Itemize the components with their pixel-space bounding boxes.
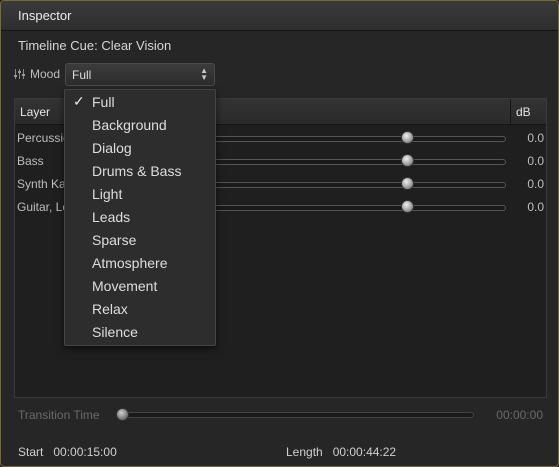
menu-item-label: Background (92, 117, 167, 133)
menu-item-label: Dialog (92, 140, 132, 156)
layer-db-value: 0.0 (527, 131, 544, 145)
column-header-layer[interactable]: Layer (20, 105, 50, 119)
layer-volume-knob[interactable] (400, 200, 414, 213)
window-title: Inspector (18, 8, 72, 23)
mood-select[interactable]: Full ▲ ▼ (65, 63, 215, 86)
length-label: Length (286, 445, 323, 459)
transition-time-knob[interactable] (116, 408, 129, 421)
menu-item-label: Atmosphere (92, 255, 168, 271)
layer-volume-knob[interactable] (400, 177, 414, 190)
menu-item-silence[interactable]: Silence (65, 321, 215, 344)
menu-item-full[interactable]: ✓ Full (65, 91, 215, 114)
timeline-cue-label: Timeline Cue: Clear Vision (18, 38, 172, 53)
transition-time-value: 00:00:00 (496, 408, 543, 422)
layer-volume-knob[interactable] (400, 154, 414, 167)
mood-label: Mood (30, 67, 61, 81)
transition-time-label: Transition Time (18, 408, 100, 422)
column-header-db-label: dB (516, 105, 531, 119)
start-value: 00:00:15:00 (53, 445, 117, 459)
mood-row: Mood (14, 63, 60, 85)
transition-time-track[interactable] (118, 412, 474, 418)
start-field: Start 00:00:15:00 (18, 445, 117, 459)
menu-item-leads[interactable]: Leads (65, 206, 215, 229)
menu-item-label: Relax (92, 301, 128, 317)
layer-db-value: 0.0 (527, 200, 544, 214)
menu-item-sparse[interactable]: Sparse (65, 229, 215, 252)
checkmark-icon: ✓ (73, 93, 85, 109)
menu-item-movement[interactable]: Movement (65, 275, 215, 298)
menu-item-light[interactable]: Light (65, 183, 215, 206)
layer-db-value: 0.0 (527, 154, 544, 168)
inspector-window: Inspector Timeline Cue: Clear Vision Moo… (0, 0, 559, 467)
mood-dropdown-menu: ✓ Full Background Dialog Drums & Bass Li… (64, 89, 216, 346)
start-label: Start (18, 445, 44, 459)
menu-item-label: Light (92, 186, 123, 202)
menu-item-label: Leads (92, 209, 131, 225)
layer-volume-knob[interactable] (400, 131, 414, 144)
menu-item-label: Full (92, 94, 115, 110)
layer-db-value: 0.0 (527, 177, 544, 191)
menu-item-relax[interactable]: Relax (65, 298, 215, 321)
menu-item-dialog[interactable]: Dialog (65, 137, 215, 160)
length-field: Length 00:00:44:22 (286, 445, 396, 459)
menu-item-label: Silence (92, 324, 138, 340)
sliders-icon (14, 68, 26, 80)
transition-time-row: Transition Time 00:00:00 (18, 406, 543, 426)
length-value: 00:00:44:22 (332, 445, 397, 459)
column-header-db[interactable]: dB (510, 99, 546, 124)
menu-item-label: Movement (92, 278, 158, 294)
menu-item-label: Drums & Bass (92, 163, 182, 179)
menu-item-background[interactable]: Background (65, 114, 215, 137)
title-bar: Inspector (1, 1, 558, 31)
menu-item-label: Sparse (92, 232, 137, 248)
up-down-arrows-icon: ▲ ▼ (200, 66, 208, 82)
menu-item-drums-bass[interactable]: Drums & Bass (65, 160, 215, 183)
mood-select-value: Full (72, 68, 92, 82)
menu-item-atmosphere[interactable]: Atmosphere (65, 252, 215, 275)
